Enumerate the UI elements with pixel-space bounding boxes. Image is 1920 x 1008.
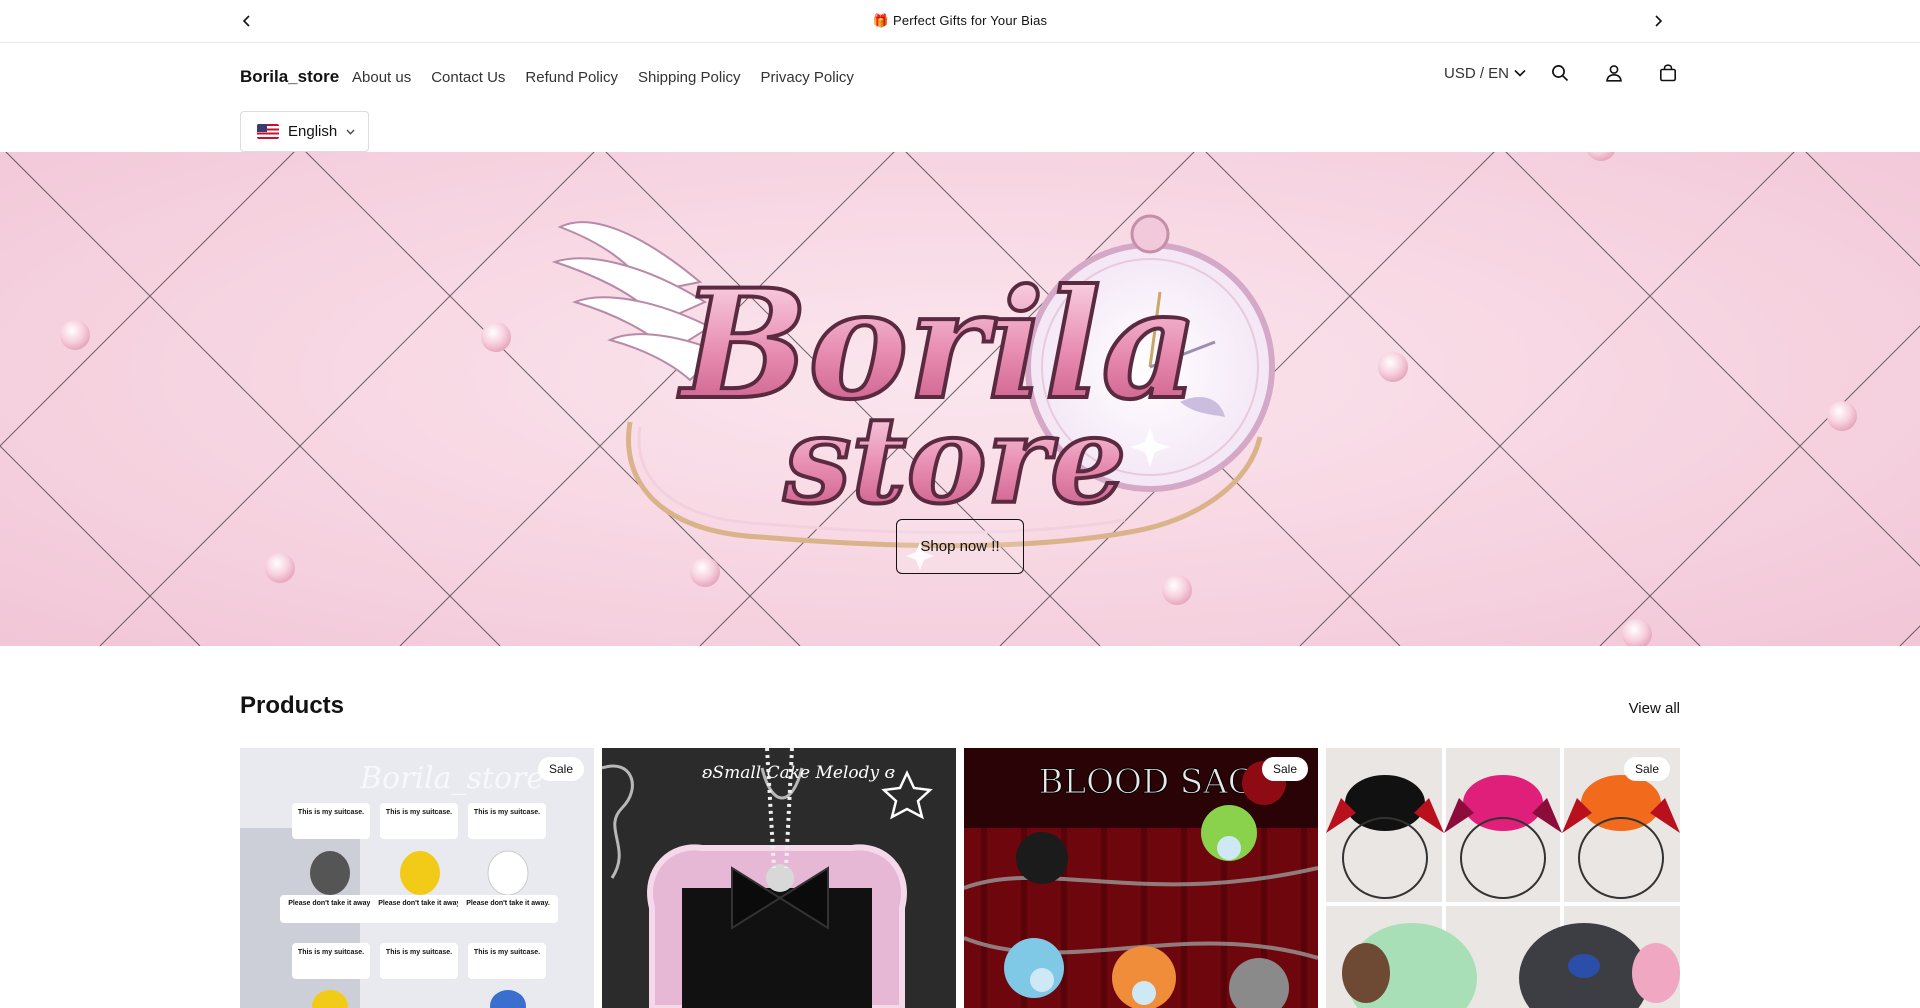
- suitcase-tag-text: Please don't take it away.: [466, 900, 550, 907]
- product-image-1: Borila_store This is my suitcase. This i…: [240, 748, 594, 1008]
- search-button[interactable]: [1548, 61, 1572, 85]
- search-icon: [1552, 65, 1569, 82]
- nav-privacy-policy[interactable]: Privacy Policy: [761, 69, 854, 86]
- cart-icon: [1659, 64, 1676, 82]
- chevron-left-icon: [242, 15, 250, 27]
- announcement-prev-button[interactable]: [236, 10, 258, 32]
- site-header: Borila_store About us Contact Us Refund …: [0, 43, 1920, 152]
- suitcase-tag-text: Please don't take it away.: [378, 900, 462, 907]
- suitcase-tag-text: This is my suitcase.: [474, 949, 540, 956]
- account-icon: [1606, 65, 1622, 82]
- product-image-2: ʚSmall Cake Melody ɞ: [602, 748, 956, 1008]
- cart-button[interactable]: [1656, 61, 1680, 85]
- product-image-4: [1326, 748, 1680, 1008]
- announcement-next-button[interactable]: [1647, 10, 1669, 32]
- store-logo[interactable]: Borila_store: [240, 67, 339, 87]
- currency-label: USD / EN: [1443, 64, 1509, 82]
- sale-badge: Sale: [1261, 757, 1308, 781]
- product-image-3: BLOOD SAGA: [964, 748, 1318, 1008]
- nav-about-us[interactable]: About us: [352, 69, 411, 86]
- view-all-link[interactable]: View all: [1629, 700, 1680, 717]
- image-caption-2: ʚSmall Cake Melody ɞ: [702, 763, 896, 783]
- suitcase-tag-text: This is my suitcase.: [386, 949, 452, 956]
- hero-logo-line2: store: [783, 390, 1127, 531]
- shop-now-button[interactable]: Shop now !!: [896, 519, 1024, 574]
- announcement-bar: 🎁 Perfect Gifts for Your Bias: [0, 0, 1920, 43]
- product-card-4[interactable]: Sale: [1326, 748, 1680, 1008]
- announcement-message: 🎁 Perfect Gifts for Your Bias: [872, 13, 1048, 28]
- suitcase-tag-text: This is my suitcase.: [298, 809, 364, 816]
- currency-selector[interactable]: USD / EN: [1444, 65, 1526, 82]
- nav-shipping-policy[interactable]: Shipping Policy: [638, 69, 741, 86]
- nav-refund-policy[interactable]: Refund Policy: [525, 69, 618, 86]
- main-nav: About us Contact Us Refund Policy Shippi…: [352, 69, 854, 86]
- product-card-1[interactable]: Sale Borila_store This is my suitcase. T…: [240, 748, 594, 1008]
- chevron-right-icon: [1655, 15, 1663, 27]
- sale-badge: Sale: [1623, 757, 1670, 781]
- account-button[interactable]: [1602, 61, 1626, 85]
- products-heading: Products: [240, 692, 345, 719]
- header-actions: USD / EN: [1444, 61, 1680, 85]
- language-selector[interactable]: English: [240, 111, 369, 152]
- product-card-3[interactable]: Sale BLOOD SAGA: [964, 748, 1318, 1008]
- suitcase-tag-text: This is my suitcase.: [386, 809, 452, 816]
- suitcase-tag-text: This is my suitcase.: [298, 949, 364, 956]
- sale-badge: Sale: [537, 757, 584, 781]
- product-grid: Sale Borila_store This is my suitcase. T…: [240, 748, 1680, 1008]
- us-flag-icon: [257, 124, 279, 139]
- language-label: English: [288, 123, 338, 140]
- suitcase-tag-text: Please don't take it away.: [288, 900, 372, 907]
- suitcase-tag-text: This is my suitcase.: [474, 809, 540, 816]
- nav-contact-us[interactable]: Contact Us: [431, 69, 505, 86]
- image-caption-1: Borila_store: [359, 761, 544, 796]
- chevron-down-icon: [1514, 69, 1526, 77]
- chevron-down-icon: [346, 129, 355, 135]
- product-card-2[interactable]: ʚSmall Cake Melody ɞ: [602, 748, 956, 1008]
